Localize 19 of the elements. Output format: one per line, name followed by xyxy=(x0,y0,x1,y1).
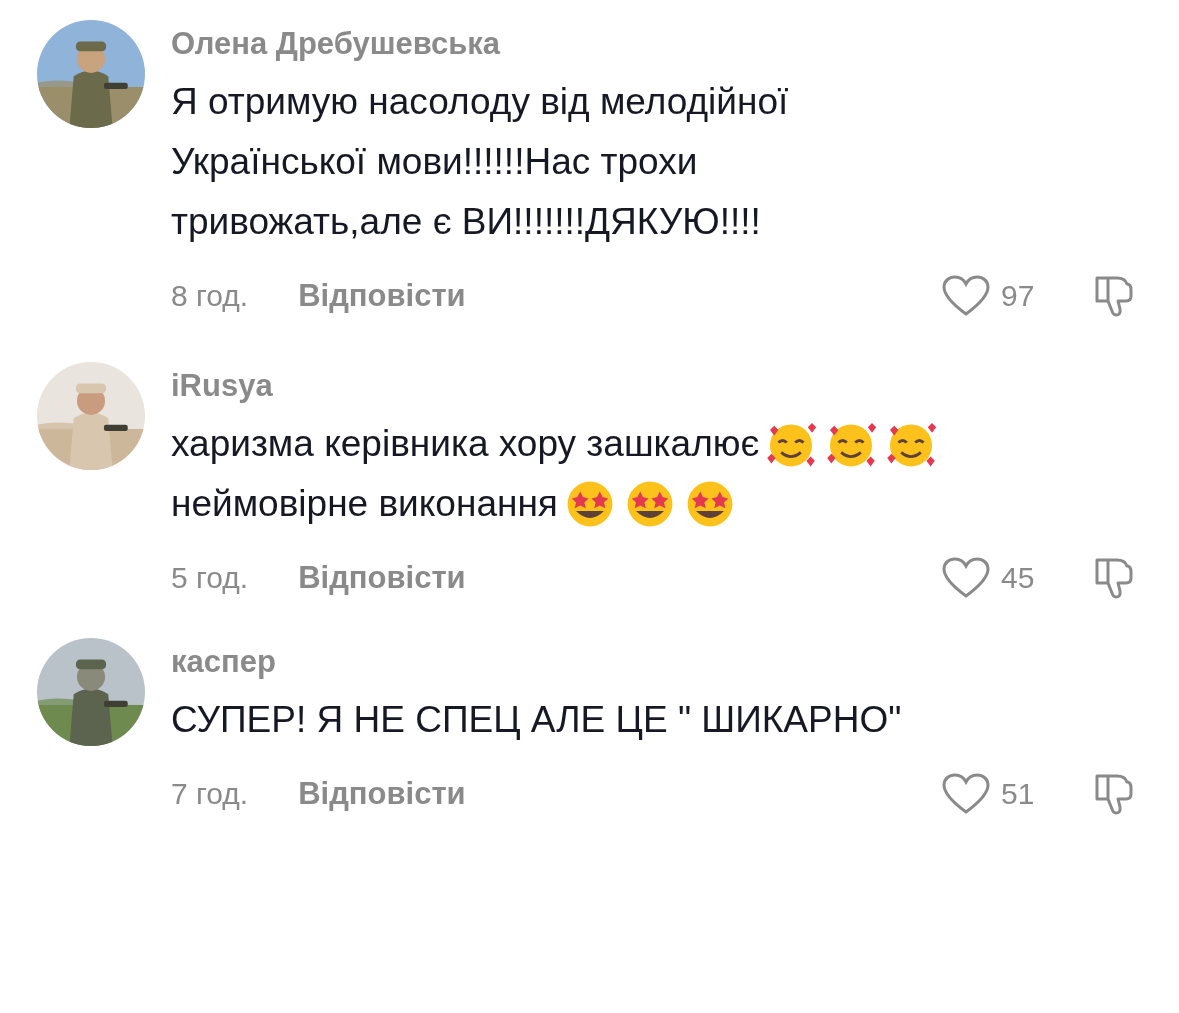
username[interactable]: Олена Дребушевська xyxy=(171,20,1139,68)
reply-link[interactable]: Відповісти xyxy=(298,560,466,596)
comment-text: Я отримую насолоду від мелодійної Української мови!!!!!!Нас трохи тривожать,але є ВИ!!!!!!!ДЯКУЮ!!!! xyxy=(171,80,789,244)
heart-icon[interactable] xyxy=(941,274,991,318)
reply-link[interactable]: Відповісти xyxy=(298,278,466,314)
reply-link[interactable]: Відповісти xyxy=(298,776,466,812)
comment-text: неймовірне виконання xyxy=(171,482,558,526)
comment-text: харизма керівника хору зашкалює xyxy=(171,422,760,466)
username[interactable]: iRusya xyxy=(171,362,1139,410)
like-count: 97 xyxy=(1001,279,1036,313)
like-count: 45 xyxy=(1001,561,1036,595)
like-count: 51 xyxy=(1001,777,1036,811)
heart-icon[interactable] xyxy=(941,772,991,816)
comment-time: 7 год. xyxy=(171,777,249,811)
comment-time: 5 год. xyxy=(171,561,249,595)
comment-text: СУПЕР! Я НЕ СПЕЦ АЛЕ ЦЕ " ШИКАРНО" xyxy=(171,698,902,742)
heart-icon[interactable] xyxy=(941,556,991,600)
username[interactable]: каспер xyxy=(171,638,1139,686)
comment-time: 8 год. xyxy=(171,279,249,313)
